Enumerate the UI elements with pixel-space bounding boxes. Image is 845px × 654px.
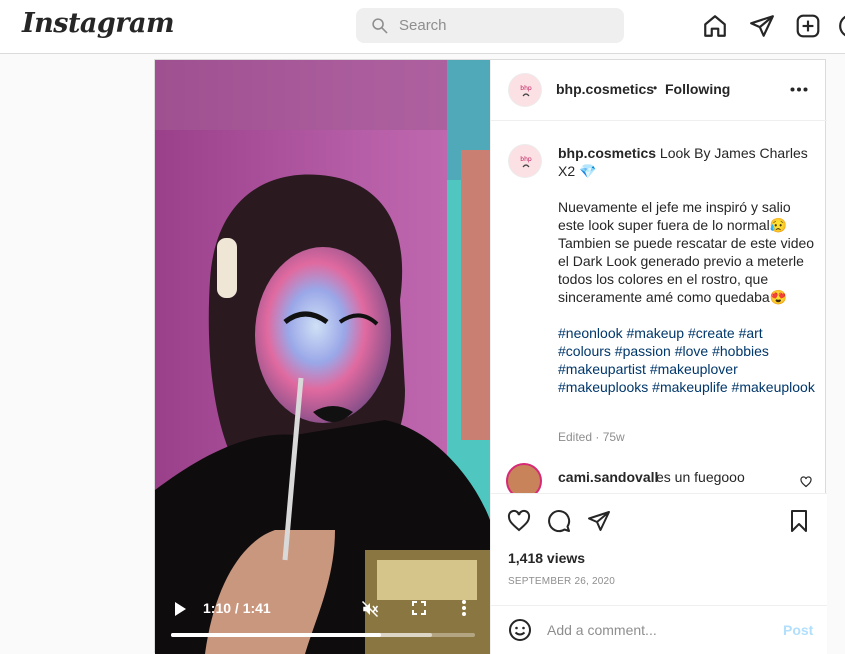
commenter-username[interactable]: cami.sandovall	[558, 469, 658, 485]
add-comment-input[interactable]	[547, 616, 767, 644]
video-time: 1:10 / 1:41	[203, 600, 271, 616]
play-icon[interactable]	[173, 601, 187, 617]
video-progress-fill	[171, 633, 381, 637]
svg-text:bhp: bhp	[520, 85, 532, 92]
caption-title-emoji: 💎	[579, 163, 597, 179]
add-comment-bar: Post	[491, 605, 827, 654]
instagram-logo[interactable]: Instagram	[22, 8, 175, 39]
caption-username[interactable]: bhp.cosmetics	[558, 145, 656, 161]
comment-text: es un fuegooo	[656, 469, 745, 485]
post-sidebar: bhp bhp.cosmetics • Following bhp bhp.co…	[490, 60, 827, 654]
emoji-icon[interactable]	[508, 618, 532, 642]
search-box[interactable]	[356, 8, 624, 43]
brand-logo-icon: bhp	[520, 85, 532, 97]
direct-icon[interactable]	[749, 13, 775, 39]
following-button[interactable]: Following	[665, 81, 730, 97]
more-options-icon[interactable]	[461, 600, 467, 616]
video-frame	[155, 60, 490, 654]
search-icon	[372, 18, 388, 34]
post-comment-button[interactable]: Post	[783, 622, 813, 638]
like-icon[interactable]	[507, 509, 531, 533]
edited-timestamp: Edited · 75w	[558, 430, 625, 444]
post-card: 1:10 / 1:41 bhp bhp.cosmetics • Followin…	[154, 59, 827, 654]
caption-body: Nuevamente el jefe me inspiró y salio es…	[558, 199, 815, 305]
top-navigation-bar: Instagram	[0, 0, 845, 54]
comment-like-icon[interactable]	[800, 476, 812, 488]
save-icon[interactable]	[787, 509, 811, 533]
search-input[interactable]	[399, 8, 609, 43]
home-icon[interactable]	[702, 13, 728, 39]
new-post-icon[interactable]	[795, 13, 821, 39]
view-count[interactable]: 1,418 views	[508, 550, 585, 566]
avatar[interactable]: bhp	[508, 73, 542, 107]
explore-icon[interactable]	[838, 13, 845, 39]
svg-text:bhp: bhp	[520, 156, 532, 163]
post-header: bhp bhp.cosmetics • Following	[491, 60, 827, 121]
caption-hashtags[interactable]: #neonlook #makeup #create #art #colours …	[558, 324, 816, 396]
fullscreen-icon[interactable]	[412, 601, 426, 615]
caption-avatar[interactable]: bhp	[508, 144, 542, 178]
mute-icon[interactable]	[361, 600, 379, 618]
header-separator: •	[653, 81, 658, 95]
comment-icon[interactable]	[547, 509, 571, 533]
more-options-icon[interactable]	[790, 87, 808, 92]
comment-item: cami.sandovall es un fuegooo	[491, 460, 827, 499]
post-caption: bhp.cosmetics Look By James Charles X2 💎…	[558, 144, 816, 414]
video-progress-bar[interactable]	[171, 633, 475, 637]
post-author-username[interactable]: bhp.cosmetics	[556, 81, 654, 97]
share-icon[interactable]	[587, 509, 611, 533]
post-date: SEPTEMBER 26, 2020	[508, 576, 615, 587]
post-actions: 1,418 views SEPTEMBER 26, 2020	[491, 493, 827, 605]
brand-logo-icon: bhp	[520, 156, 532, 168]
video-player[interactable]: 1:10 / 1:41	[155, 60, 490, 654]
